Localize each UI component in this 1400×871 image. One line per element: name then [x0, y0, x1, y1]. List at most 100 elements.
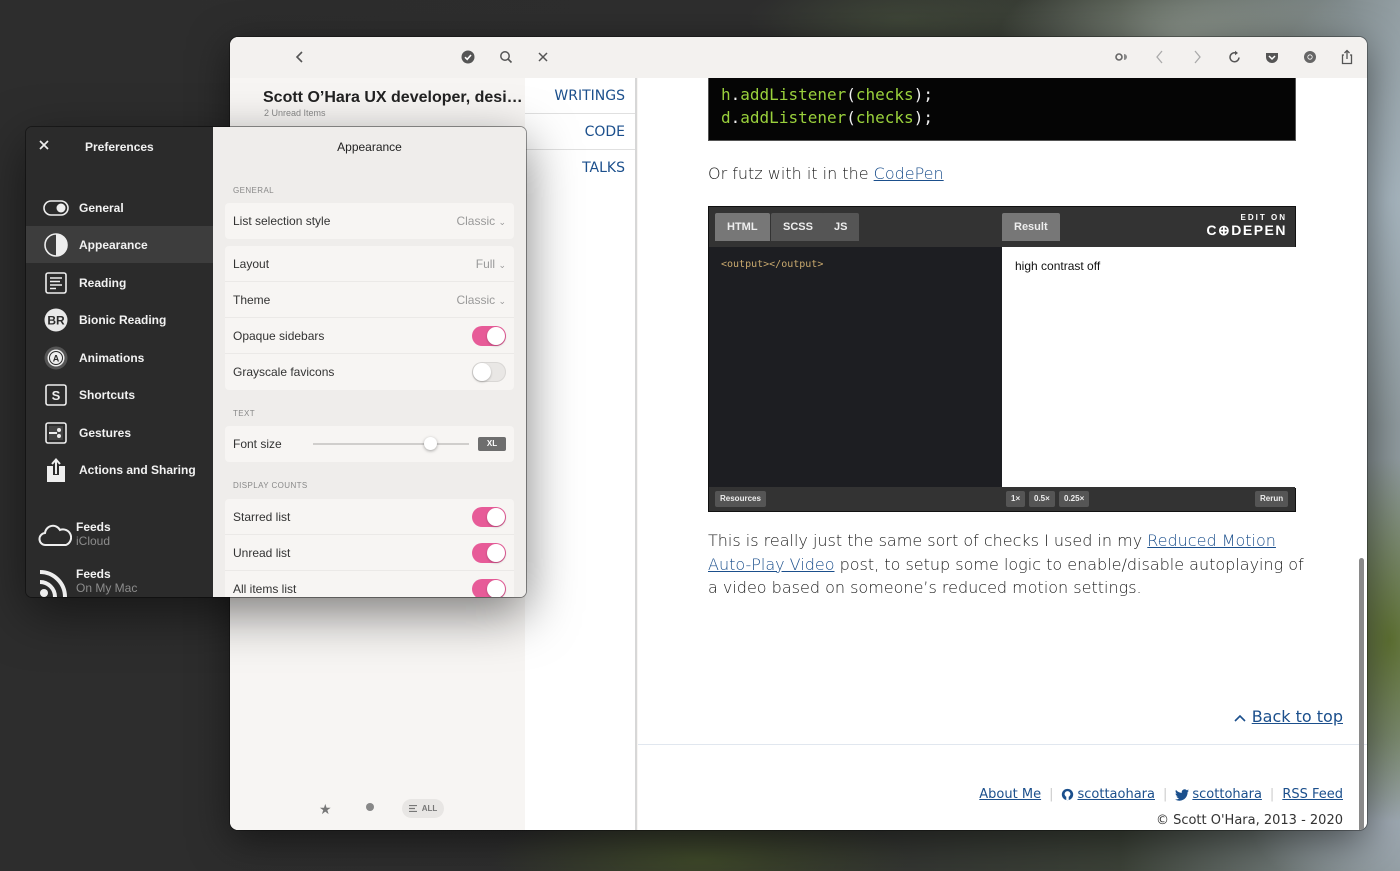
footer-links: About Me | scottaohara | scottohara | RS… — [979, 787, 1343, 802]
sidebar-item-gestures[interactable]: Gestures — [26, 414, 213, 451]
font-size-slider[interactable] — [313, 437, 469, 450]
br-icon: BR — [43, 307, 69, 333]
back-icon[interactable] — [1150, 47, 1170, 67]
reload-icon[interactable] — [1225, 47, 1245, 67]
pocket-icon[interactable] — [1262, 47, 1282, 67]
svg-text:BR: BR — [47, 313, 65, 327]
nav-code[interactable]: CODE — [525, 114, 635, 150]
font-size-value: XL — [478, 437, 506, 451]
nav-talks[interactable]: TALKS — [525, 150, 635, 186]
resources-button[interactable]: Resources — [715, 491, 766, 507]
code-line: h.addListener(checks); — [721, 85, 933, 104]
grayscale-favicons-toggle[interactable] — [472, 362, 506, 382]
codepen-logo[interactable]: EDIT ON C⊕DEPEN — [1206, 213, 1287, 239]
reading-icon — [43, 270, 69, 296]
preferences-panel: Preferences General Appearance Reading B… — [26, 127, 526, 597]
chevron-up-icon — [1234, 707, 1246, 726]
zoom-025x-button[interactable]: 0.25× — [1059, 491, 1090, 507]
zoom-1x-button[interactable]: 1× — [1006, 491, 1026, 507]
toolbar — [230, 37, 1367, 78]
twitter-link[interactable]: scottohara — [1192, 787, 1262, 802]
body-paragraph: This is really just the same sort of che… — [708, 531, 1304, 597]
layout-select[interactable]: Full ⌄ — [476, 257, 506, 271]
close-icon[interactable] — [38, 138, 50, 155]
preferences-sidebar: Preferences General Appearance Reading B… — [26, 127, 213, 597]
about-me-link[interactable]: About Me — [979, 787, 1041, 802]
codepen-embed: HTML SCSS JS Result EDIT ON C⊕DEPEN <out… — [708, 206, 1296, 512]
all-filter-button[interactable]: ALL — [402, 799, 444, 818]
list-selection-style-select[interactable]: Classic ⌄ — [456, 214, 506, 228]
sidebar-item-shortcuts[interactable]: S Shortcuts — [26, 376, 213, 413]
panel-title: Appearance — [337, 140, 402, 154]
sidebar-item-bionic-reading[interactable]: BR Bionic Reading — [26, 301, 213, 338]
card-text: Font size XL — [225, 426, 514, 462]
starred-filter-icon[interactable]: ★ — [319, 801, 332, 818]
account-feeds-on-my-mac[interactable]: Feeds On My Mac — [26, 565, 213, 597]
code-line: d.addListener(checks); — [721, 108, 933, 127]
cloud-icon — [38, 522, 73, 552]
scrollbar[interactable] — [1359, 558, 1364, 830]
zoom-05x-button[interactable]: 0.5× — [1029, 491, 1055, 507]
slider-thumb[interactable] — [424, 437, 437, 450]
share-icon[interactable] — [1337, 47, 1357, 67]
footer-divider — [638, 744, 1367, 745]
codepen-tab-js[interactable]: JS — [822, 213, 860, 241]
sidebar-item-actions-sharing[interactable]: Actions and Sharing — [26, 451, 213, 488]
svg-text:A: A — [53, 353, 60, 363]
back-to-top-link[interactable]: Back to top — [1234, 707, 1343, 726]
codepen-link[interactable]: CodePen — [874, 164, 944, 183]
reader-toggle-icon[interactable] — [1112, 47, 1132, 67]
section-label-general: GENERAL — [233, 186, 275, 195]
chevron-down-icon: ⌄ — [498, 259, 506, 270]
chrome-icon[interactable] — [1300, 47, 1320, 67]
starred-list-row: Starred list — [225, 499, 514, 535]
opaque-sidebars-toggle[interactable] — [472, 326, 506, 346]
codepen-html-code: <output></output> — [721, 259, 824, 270]
nav-writings[interactable]: WRITINGS — [525, 78, 635, 114]
chevron-down-icon: ⌄ — [498, 295, 506, 306]
account-feeds-icloud[interactable]: Feeds iCloud — [26, 518, 213, 554]
sidebar-item-animations[interactable]: A Animations — [26, 339, 213, 376]
feed-title: Scott O’Hara UX developer, desi… — [263, 89, 523, 106]
codepen-tab-scss[interactable]: SCSS — [771, 213, 825, 241]
code-block: h.addListener(checks); d.addListener(che… — [708, 78, 1296, 141]
github-link[interactable]: scottaohara — [1077, 787, 1155, 802]
mark-read-icon[interactable] — [458, 47, 478, 67]
chevron-left-icon[interactable] — [290, 47, 310, 67]
article-content: h.addListener(checks); d.addListener(che… — [638, 78, 1367, 830]
appearance-settings: Appearance GENERAL List selection style … — [213, 127, 526, 597]
list-icon — [408, 805, 417, 812]
sidebar-item-general[interactable]: General — [26, 189, 213, 226]
starred-list-toggle[interactable] — [472, 507, 506, 527]
shortcuts-icon: S — [43, 382, 69, 408]
section-label-display-counts: DISPLAY COUNTS — [233, 481, 308, 490]
forward-icon[interactable] — [1187, 47, 1207, 67]
unread-list-row: Unread list — [225, 535, 514, 571]
close-icon[interactable] — [533, 47, 553, 67]
unread-list-toggle[interactable] — [472, 543, 506, 563]
animations-icon: A — [43, 345, 69, 371]
sidebar-item-reading[interactable]: Reading — [26, 264, 213, 301]
share-icon — [43, 457, 69, 483]
unread-filter-icon[interactable] — [366, 803, 374, 811]
card-display-counts: Starred list Unread list All items list — [225, 499, 514, 597]
codepen-result: high contrast off — [1002, 247, 1296, 488]
codepen-tab-html[interactable]: HTML — [715, 213, 770, 241]
grayscale-favicons-row: Grayscale favicons — [225, 354, 514, 390]
codepen-tab-result[interactable]: Result — [1002, 213, 1060, 241]
all-filter-label: ALL — [421, 804, 438, 813]
github-icon — [1062, 788, 1074, 801]
svg-text:S: S — [52, 388, 61, 403]
rerun-button[interactable]: Rerun — [1255, 491, 1289, 507]
codepen-footer: Resources 1× 0.5× 0.25× Rerun — [709, 487, 1295, 511]
theme-row: Theme Classic ⌄ — [225, 282, 514, 318]
all-items-list-toggle[interactable] — [472, 579, 506, 597]
opaque-sidebars-row: Opaque sidebars — [225, 318, 514, 354]
theme-select[interactable]: Classic ⌄ — [456, 293, 506, 307]
toggle-icon — [43, 195, 69, 221]
unread-count: 2 Unread Items — [264, 108, 326, 118]
futz-paragraph: Or futz with it in the CodePen — [708, 164, 944, 183]
sidebar-item-appearance[interactable]: Appearance — [26, 226, 213, 263]
rss-feed-link[interactable]: RSS Feed — [1282, 787, 1343, 802]
search-icon[interactable] — [496, 47, 516, 67]
